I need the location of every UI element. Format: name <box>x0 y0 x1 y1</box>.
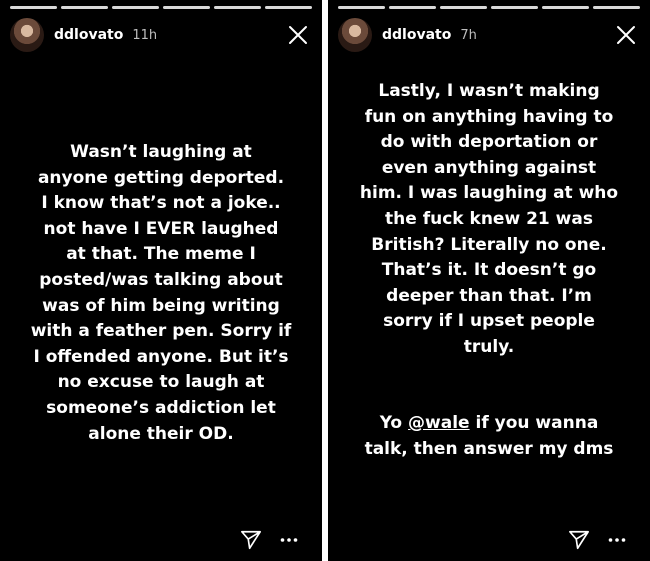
story-text-line: not have I EVER laughed <box>43 218 279 239</box>
story-text-line: was of him being writing <box>42 295 280 316</box>
story-text-line: sorry if I upset people <box>383 311 595 332</box>
story-text-line: no excuse to laugh at <box>57 372 265 393</box>
progress-segment <box>338 6 385 9</box>
story-progress-bar <box>10 6 312 9</box>
story-panel-right: ddlovato 7h Lastly, I wasn’t making fun … <box>328 0 650 561</box>
progress-segment <box>214 6 261 9</box>
story-text-line: That’s it. It doesn’t go <box>381 260 597 281</box>
close-icon <box>289 26 307 44</box>
story-text-line: truly. <box>463 336 515 357</box>
story-text-line: at that. The meme I <box>66 244 256 265</box>
story-text-line: anyone getting deported. <box>37 167 285 188</box>
story-text-line: I offended anyone. But it’s <box>33 346 289 367</box>
progress-segment <box>389 6 436 9</box>
progress-segment <box>542 6 589 9</box>
story-text-line: alone their OD. <box>88 423 234 444</box>
progress-segment <box>112 6 159 9</box>
story-text-line: Yo @wale if you wanna <box>350 411 628 437</box>
story-progress-bar <box>338 6 640 9</box>
progress-segment <box>440 6 487 9</box>
mention-link[interactable]: @wale <box>408 413 470 433</box>
close-icon <box>617 26 635 44</box>
story-text-line: Wasn’t laughing at <box>70 142 252 162</box>
story-text-line: I know that’s not a joke.. <box>41 193 281 214</box>
avatar[interactable] <box>10 18 44 52</box>
close-button[interactable] <box>286 23 310 47</box>
progress-segment <box>10 6 57 9</box>
send-icon <box>569 530 589 550</box>
story-text-line: the fuck knew 21 was <box>385 208 593 229</box>
more-icon <box>608 538 626 542</box>
story-text-line: someone’s addiction let <box>46 397 276 418</box>
more-options-button[interactable] <box>608 537 626 543</box>
text-segment: Yo <box>379 413 409 433</box>
story-text-secondary: Yo @wale if you wanna talk, then answer … <box>350 411 628 462</box>
timestamp: 11h <box>132 27 158 43</box>
send-icon <box>241 530 261 550</box>
story-footer <box>240 529 298 551</box>
more-options-button[interactable] <box>280 537 298 543</box>
story-text-line: deeper than that. I’m <box>386 285 592 306</box>
story-header: ddlovato 11h <box>10 16 310 54</box>
send-button[interactable] <box>568 529 590 551</box>
story-text-line: posted/was talking about <box>39 269 283 290</box>
story-text-line: British? Literally no one. <box>371 234 607 255</box>
timestamp: 7h <box>460 27 477 43</box>
story-header: ddlovato 7h <box>338 16 638 54</box>
story-text-line: even anything against <box>381 157 597 178</box>
send-button[interactable] <box>240 529 262 551</box>
story-footer <box>568 529 626 551</box>
story-text-line: Lastly, I wasn’t making <box>378 81 600 101</box>
progress-segment <box>265 6 312 9</box>
username[interactable]: ddlovato <box>54 27 123 43</box>
avatar[interactable] <box>338 18 372 52</box>
text-segment: if you wanna <box>469 413 599 433</box>
story-text: Wasn’t laughing at anyone getting deport… <box>22 140 300 447</box>
more-icon <box>280 538 298 542</box>
story-text: Lastly, I wasn’t making fun on anything … <box>350 79 628 361</box>
progress-segment <box>593 6 640 9</box>
story-text-line: fun on anything having to <box>364 106 614 127</box>
story-text-line: do with deportation or <box>380 132 598 153</box>
story-panel-left: ddlovato 11h Wasn’t laughing at anyone g… <box>0 0 322 561</box>
progress-segment <box>163 6 210 9</box>
story-text-line: with a feather pen. Sorry if <box>30 321 292 342</box>
story-text-line: him. I was laughing at who <box>359 183 619 204</box>
progress-segment <box>61 6 108 9</box>
username[interactable]: ddlovato <box>382 27 451 43</box>
progress-segment <box>491 6 538 9</box>
close-button[interactable] <box>614 23 638 47</box>
story-text-line: talk, then answer my dms <box>364 438 614 459</box>
